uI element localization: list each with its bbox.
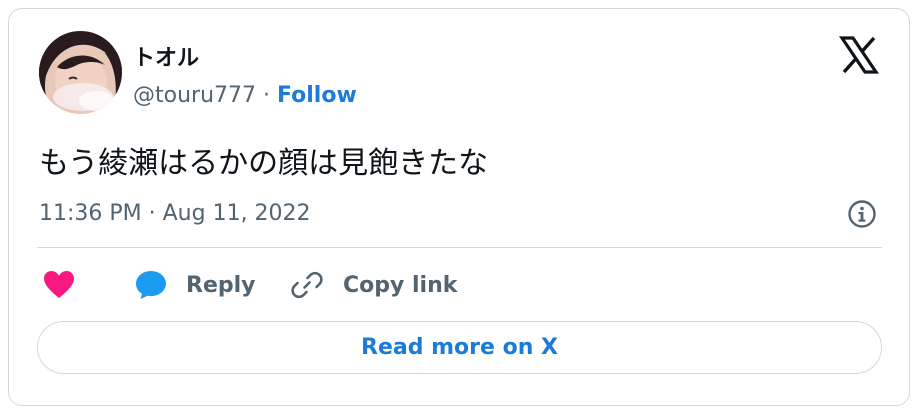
copy-link-button[interactable]: Copy link	[291, 265, 457, 305]
read-more-button[interactable]: Read more on X	[37, 321, 882, 374]
tweet-card: トオル @touru777 · Follow もう綾瀬はるかの顔は見飽きたな 1…	[8, 8, 910, 406]
author-handle[interactable]: @touru777	[133, 83, 256, 108]
link-icon	[291, 271, 323, 299]
tweet-text: もう綾瀬はるかの顔は見飽きたな	[39, 146, 489, 181]
avatar[interactable]	[39, 31, 122, 114]
divider	[37, 247, 882, 248]
x-logo-icon[interactable]	[838, 35, 880, 75]
reply-label: Reply	[186, 272, 256, 298]
author-handle-line: @touru777 · Follow	[133, 83, 357, 108]
info-icon[interactable]	[847, 199, 877, 229]
reply-button[interactable]: Reply	[134, 265, 256, 305]
heart-icon[interactable]	[43, 270, 75, 300]
handle-separator: ·	[256, 83, 277, 108]
follow-link[interactable]: Follow	[277, 83, 357, 108]
author-name[interactable]: トオル	[133, 40, 199, 72]
tweet-timestamp[interactable]: 11:36 PM · Aug 11, 2022	[39, 201, 311, 226]
speech-bubble-icon	[136, 271, 166, 299]
copy-link-label: Copy link	[343, 272, 458, 298]
